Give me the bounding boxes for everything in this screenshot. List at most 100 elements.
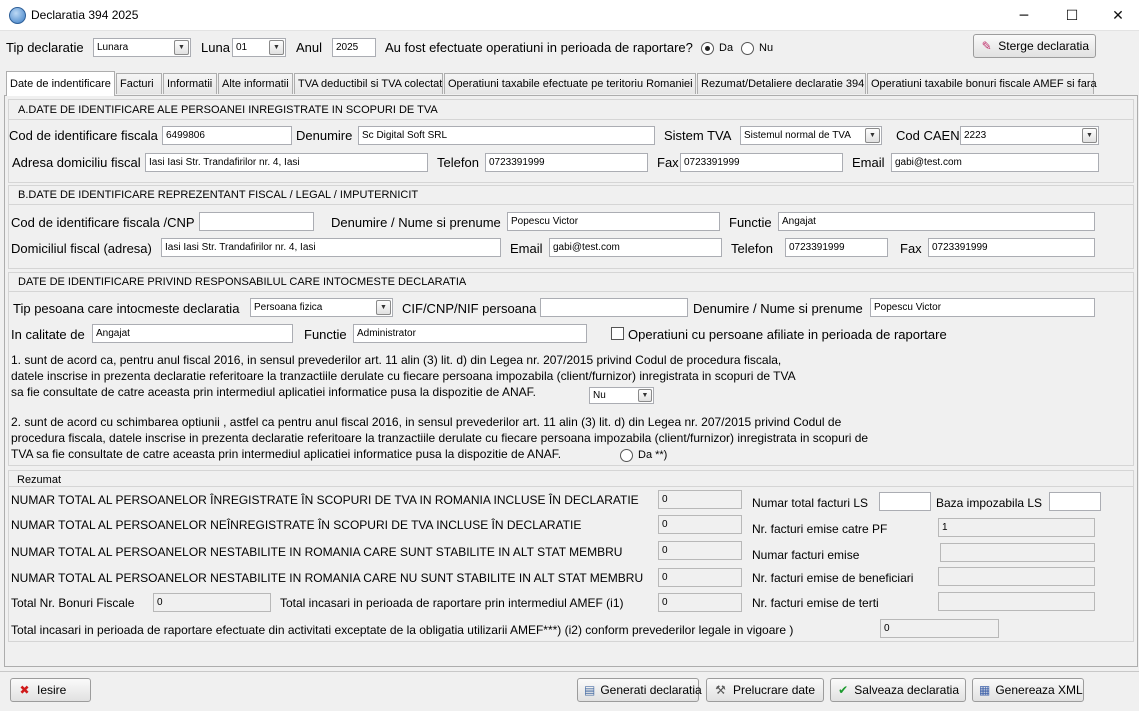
- window-title: Declaratia 394 2025: [31, 8, 139, 22]
- email-input[interactable]: gabi@test.com: [891, 153, 1099, 172]
- baza-ls-input[interactable]: [1049, 492, 1101, 511]
- ls-input[interactable]: [879, 492, 931, 511]
- tab-tva-deductibil[interactable]: TVA deductibil si TVA colectat: [294, 73, 443, 94]
- chevron-down-icon: ▼: [269, 40, 284, 55]
- app-icon: [9, 7, 26, 24]
- acord1-line1: 1. sunt de acord ca, pentru anul fiscal …: [11, 353, 782, 367]
- tab-bonuri-fiscale-amef[interactable]: Operatiuni taxabile bonuri fiscale AMEF …: [867, 73, 1097, 94]
- resp-denumire-input[interactable]: Popescu Victor: [870, 298, 1095, 317]
- rez-nestabilite-membru-value: 0: [658, 541, 742, 560]
- rez-nestabilite-nemembru-label: NUMAR TOTAL AL PERSOANELOR NESTABILITE I…: [11, 571, 644, 585]
- salveaza-declaratia-button[interactable]: ✔ Salveaza declaratia: [830, 678, 966, 702]
- luna-label: Luna: [201, 40, 230, 55]
- calitate-input[interactable]: Angajat: [92, 324, 293, 343]
- operatiuni-question: Au fost efectuate operatiuni in perioada…: [385, 40, 693, 55]
- tab-date-de-identificare[interactable]: Date de indentificare: [6, 71, 115, 96]
- iesire-label: Iesire: [37, 683, 67, 697]
- rep-denumire-label: Denumire / Nume si prenume: [331, 215, 501, 230]
- check-icon: ✔: [838, 683, 849, 697]
- resp-cif-input[interactable]: [540, 298, 688, 317]
- rez-neinregistrate-value: 0: [658, 515, 742, 534]
- rep-domiciliu-input[interactable]: Iasi Iasi Str. Trandafirilor nr. 4, Iasi: [161, 238, 501, 257]
- resp-cif-label: CIF/CNP/NIF persoana: [402, 301, 537, 316]
- section-c-title: DATE DE IDENTIFICARE PRIVIND RESPONSABIL…: [18, 276, 467, 288]
- genereaza-xml-button[interactable]: ▦ Genereaza XML: [972, 678, 1084, 702]
- sterge-declaratia-button[interactable]: ✎ Sterge declaratia: [973, 34, 1096, 58]
- adresa-input[interactable]: Iasi Iasi Str. Trandafirilor nr. 4, Iasi: [145, 153, 428, 172]
- telefon-input[interactable]: 0723391999: [485, 153, 648, 172]
- cod-caen-label: Cod CAEN: [896, 128, 960, 143]
- prelucrare-date-button[interactable]: ⚒ Prelucrare date: [706, 678, 824, 702]
- afiliate-checkbox[interactable]: [611, 327, 624, 340]
- maximize-button[interactable]: ☐: [1049, 0, 1095, 31]
- anul-input[interactable]: 2025: [332, 38, 376, 57]
- footer-bar: [0, 671, 1139, 711]
- rezumat-title: Rezumat: [17, 474, 62, 486]
- bonuri-value: 0: [153, 593, 271, 612]
- tools-icon: ⚒: [715, 683, 726, 697]
- cif-input[interactable]: 6499806: [162, 126, 292, 145]
- rep-cif-label: Cod de identificare fiscala /CNP: [11, 215, 195, 230]
- resp-tip-select[interactable]: Persoana fizica ▼: [250, 298, 393, 317]
- resp-tip-label: Tip pesoana care intocmeste declaratia: [13, 301, 240, 316]
- rep-telefon-input[interactable]: 0723391999: [785, 238, 888, 257]
- title-bar: Declaratia 394 2025 ─ ☐ ✕: [0, 0, 1139, 31]
- acord1-select[interactable]: Nu ▼: [589, 387, 654, 404]
- tab-operatiuni-taxabile[interactable]: Operatiuni taxabile efectuate pe teritor…: [444, 73, 696, 94]
- facturi-emise-label: Numar facturi emise: [752, 548, 860, 562]
- tab-alte-informatii[interactable]: Alte informatii: [218, 73, 293, 94]
- acord2-da-radio[interactable]: [620, 449, 633, 462]
- tab-informatii[interactable]: Informatii: [163, 73, 217, 94]
- luna-select[interactable]: 01 ▼: [232, 38, 286, 57]
- chevron-down-icon: ▼: [865, 128, 880, 143]
- rep-fax-label: Fax: [900, 241, 922, 256]
- da-radio[interactable]: [701, 42, 714, 55]
- chevron-down-icon: ▼: [376, 300, 391, 315]
- facturi-emise-value: [940, 543, 1095, 562]
- rep-denumire-input[interactable]: Popescu Victor: [507, 212, 720, 231]
- section-a-title: A.DATE DE IDENTIFICARE ALE PERSOANEI INR…: [18, 104, 438, 116]
- chevron-down-icon: ▼: [638, 389, 652, 402]
- minimize-button[interactable]: ─: [1001, 0, 1047, 31]
- tab-rezumat-detaliere[interactable]: Rezumat/Detaliere declaratie 394: [697, 73, 866, 94]
- calitate-label: In calitate de: [11, 327, 85, 342]
- sistem-tva-select[interactable]: Sistemul normal de TVA ▼: [740, 126, 882, 145]
- rep-email-input[interactable]: gabi@test.com: [549, 238, 722, 257]
- rep-telefon-label: Telefon: [731, 241, 773, 256]
- amef-value: 0: [658, 593, 742, 612]
- section-b-title: B.DATE DE IDENTIFICARE REPREZENTANT FISC…: [18, 189, 419, 201]
- close-button[interactable]: ✕: [1095, 0, 1139, 31]
- close-icon: ✖: [19, 683, 30, 697]
- divider: [8, 204, 1134, 205]
- chevron-down-icon: ▼: [174, 40, 189, 55]
- cod-caen-select[interactable]: 2223 ▼: [960, 126, 1099, 145]
- nu-radio[interactable]: [741, 42, 754, 55]
- tab-facturi[interactable]: Facturi: [116, 73, 162, 94]
- rep-email-label: Email: [510, 241, 543, 256]
- fax-input[interactable]: 0723391999: [680, 153, 843, 172]
- generati-declaratia-button[interactable]: ▤ Generati declaratia: [577, 678, 702, 702]
- facturi-beneficiari-label: Nr. facturi emise de beneficiari: [752, 571, 914, 585]
- facturi-pf-label: Nr. facturi emise catre PF: [752, 522, 888, 536]
- rep-fax-input[interactable]: 0723391999: [928, 238, 1095, 257]
- rep-domiciliu-label: Domiciliul fiscal (adresa): [11, 241, 152, 256]
- prelucrare-date-label: Prelucrare date: [733, 683, 816, 697]
- da-radio-label: Da: [719, 42, 734, 54]
- acord1-line3: sa fie consultate de catre aceasta prin …: [11, 385, 536, 399]
- divider: [8, 119, 1134, 120]
- iesire-button[interactable]: ✖ Iesire: [10, 678, 91, 702]
- rep-functie-input[interactable]: Angajat: [778, 212, 1095, 231]
- tip-declaratie-value: Lunara: [97, 42, 129, 53]
- amef-label: Total incasari in perioada de raportare …: [280, 596, 624, 610]
- resp-functie-input[interactable]: Administrator: [353, 324, 587, 343]
- bonuri-label: Total Nr. Bonuri Fiscale: [11, 596, 135, 610]
- rez-nestabilite-membru-label: NUMAR TOTAL AL PERSOANELOR NESTABILITE I…: [11, 545, 623, 559]
- exceptate-value: 0: [880, 619, 999, 638]
- exceptate-label: Total incasari in perioada de raportare …: [11, 623, 794, 637]
- tip-declaratie-select[interactable]: Lunara ▼: [93, 38, 191, 57]
- resp-tip-value: Persoana fizica: [254, 302, 323, 313]
- denumire-input[interactable]: Sc Digital Soft SRL: [358, 126, 655, 145]
- genereaza-xml-label: Genereaza XML: [995, 683, 1083, 697]
- divider: [8, 291, 1134, 292]
- rep-cif-input[interactable]: [199, 212, 314, 231]
